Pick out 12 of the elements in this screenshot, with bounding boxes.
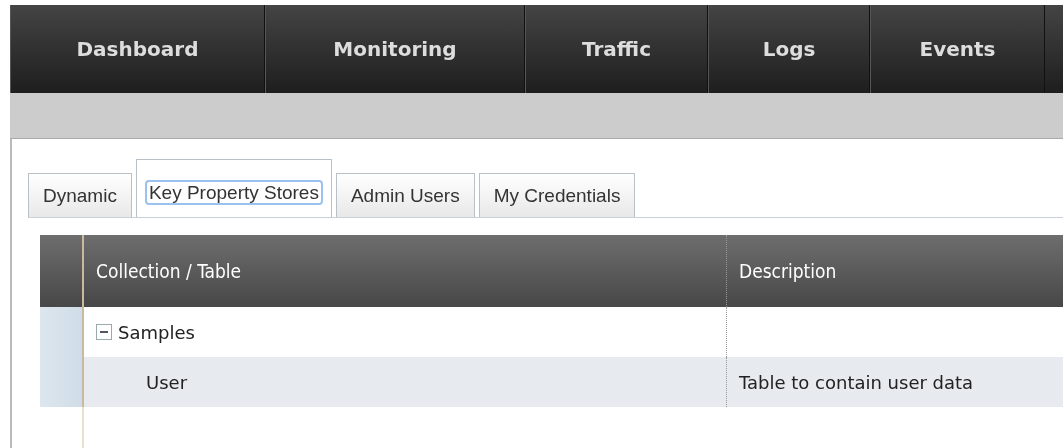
collapse-icon[interactable] [96, 324, 112, 340]
column-header[interactable]: Collection / Table [84, 235, 727, 307]
row-header[interactable] [40, 307, 84, 357]
table-cell: Samples [118, 321, 195, 343]
table-cell-text: Table to contain user data [738, 370, 974, 395]
table-cell: User [146, 371, 188, 393]
tab[interactable]: Key Property Stores [135, 159, 332, 217]
tab[interactable]: Dynamic [28, 173, 132, 217]
column-header[interactable]: Description [727, 235, 837, 307]
tab[interactable]: My Credentials [478, 173, 636, 217]
row-header[interactable] [40, 357, 84, 407]
tab[interactable]: Admin Users [335, 173, 475, 217]
